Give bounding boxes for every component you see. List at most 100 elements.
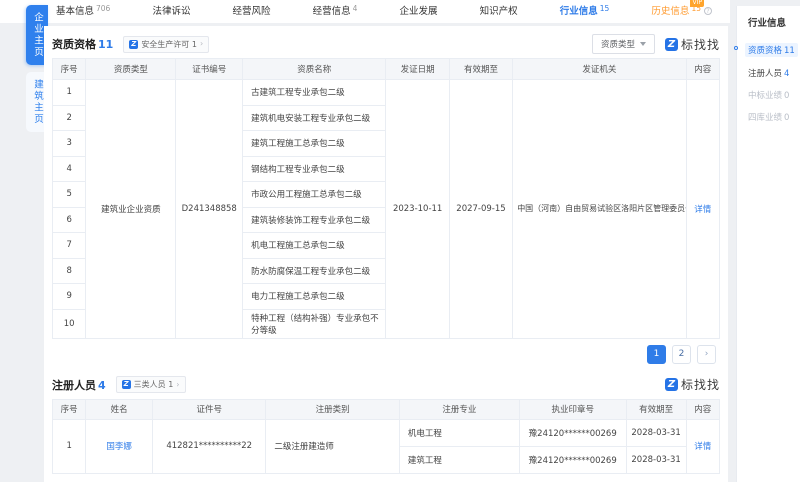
bzz-logo[interactable]: Z 标找找 bbox=[665, 36, 720, 53]
table-header-row: 序号 姓名 证件号 注册类别 注册专业 执业印章号 有效期至 内容 bbox=[53, 399, 720, 419]
nav-tab-industry-info[interactable]: 行业信息 15 bbox=[560, 0, 610, 23]
id-no-cell: 412821**********22 bbox=[153, 419, 266, 473]
col-header-type: 资质类型 bbox=[86, 59, 176, 80]
qualification-name-cell: 防水防腐保温工程专业承包二级 bbox=[243, 258, 386, 284]
authority-cell: 中国（河南）自由贸易试验区洛阳片区管理委员会 bbox=[513, 80, 686, 339]
top-navigation: 基本信息 706 法律诉讼 经营风险 经营信息 4 企业发展 知识产权 行业信息… bbox=[0, 0, 730, 23]
nav-tab-enterprise-development[interactable]: 企业发展 bbox=[400, 0, 438, 23]
sidebar-item-count: 11 bbox=[784, 46, 795, 56]
nav-tab-label: 基本信息 bbox=[56, 0, 94, 23]
qualifications-table: 序号 资质类型 证书编号 资质名称 发证日期 有效期至 发证机关 内容 1 建筑… bbox=[52, 58, 720, 339]
row-index: 4 bbox=[53, 156, 86, 182]
nav-tab-label: 企业发展 bbox=[400, 0, 438, 23]
next-page-button[interactable]: › bbox=[697, 345, 716, 364]
nav-tab-label: 知识产权 bbox=[480, 0, 518, 23]
col-header-reg-major: 注册专业 bbox=[399, 399, 519, 419]
sidebar-item-label: 四库业绩 bbox=[748, 113, 782, 123]
sidebar-item-siku-performance[interactable]: 四库业绩0 bbox=[748, 111, 796, 123]
row-index: 6 bbox=[53, 207, 86, 233]
sidebar-item-qualifications[interactable]: 资质资格11 bbox=[745, 43, 798, 57]
sidebar-item-count: 0 bbox=[784, 91, 789, 101]
industry-info-sidebar: 行业信息 资质资格11 注册人员4 中标业绩0 四库业绩0 bbox=[736, 6, 800, 482]
qualification-name-cell: 机电工程施工总承包二级 bbox=[243, 233, 386, 259]
row-index: 5 bbox=[53, 182, 86, 208]
qualification-name-cell: 钢结构工程专业承包二级 bbox=[243, 156, 386, 182]
personnel-count: 4 bbox=[98, 379, 106, 392]
bzz-logo-icon: Z bbox=[665, 378, 678, 391]
nav-tab-business-info[interactable]: 经营信息 4 bbox=[313, 0, 358, 23]
pagination: 1 2 › bbox=[52, 339, 720, 371]
nav-tab-count: 706 bbox=[96, 3, 110, 15]
page-button-1[interactable]: 1 bbox=[647, 345, 666, 364]
nav-tab-label: 经营风险 bbox=[233, 0, 271, 23]
qualification-type-cell: 建筑业企业资质 bbox=[86, 80, 176, 339]
nav-tab-business-risk[interactable]: 经营风险 bbox=[233, 0, 271, 23]
row-index: 7 bbox=[53, 233, 86, 259]
valid-until-cell: 2028-03-31 bbox=[626, 419, 686, 446]
three-types-personnel-label: 三类人员 1 bbox=[134, 379, 174, 390]
issue-date-cell: 2023-10-11 bbox=[386, 80, 449, 339]
qualifications-count: 11 bbox=[98, 38, 113, 51]
qualification-name-cell: 电力工程施工总承包二级 bbox=[243, 284, 386, 310]
page-button-2[interactable]: 2 bbox=[672, 345, 691, 364]
help-circle-icon[interactable]: ? bbox=[704, 7, 712, 15]
col-header-content: 内容 bbox=[686, 399, 719, 419]
col-header-name: 资质名称 bbox=[243, 59, 386, 80]
three-types-personnel-badge[interactable]: Z 三类人员 1 › bbox=[116, 376, 186, 393]
qualifications-title: 资质资格11 bbox=[52, 36, 113, 52]
safety-permit-label: 安全生产许可 1 bbox=[141, 39, 197, 50]
cert-no-cell: D241348858 bbox=[176, 80, 243, 339]
qualification-name-cell: 建筑机电安装工程专业承包二级 bbox=[243, 105, 386, 131]
nav-tab-history-info[interactable]: VIP 历史信息 15 ? bbox=[651, 0, 712, 23]
nav-tab-intellectual-property[interactable]: 知识产权 bbox=[480, 0, 518, 23]
person-name-link[interactable]: 国李娜 bbox=[106, 442, 132, 452]
bzz-logo-icon: Z bbox=[665, 38, 678, 51]
col-header-name: 姓名 bbox=[86, 399, 153, 419]
bzz-logo[interactable]: Z 标找找 bbox=[665, 376, 720, 393]
col-header-index: 序号 bbox=[53, 399, 86, 419]
sidebar-item-label: 注册人员 bbox=[748, 69, 782, 79]
sidebar-item-bid-performance[interactable]: 中标业绩0 bbox=[748, 89, 796, 101]
nav-tab-label: 法律诉讼 bbox=[152, 0, 190, 23]
valid-until-cell: 2028-03-31 bbox=[626, 446, 686, 473]
nav-tab-basic-info[interactable]: 基本信息 706 bbox=[56, 0, 110, 23]
sidebar-item-personnel[interactable]: 注册人员4 bbox=[748, 67, 796, 79]
qualification-type-dropdown[interactable]: 资质类型 bbox=[592, 34, 655, 54]
row-index: 9 bbox=[53, 284, 86, 310]
personnel-table: 序号 姓名 证件号 注册类别 注册专业 执业印章号 有效期至 内容 1 国李娜 … bbox=[52, 399, 720, 474]
personnel-title-text: 注册人员 bbox=[52, 379, 96, 392]
row-index: 1 bbox=[53, 419, 86, 473]
nav-tab-label: 历史信息 bbox=[651, 0, 689, 23]
table-row: 1 国李娜 412821**********22 二级注册建造师 机电工程 豫2… bbox=[53, 419, 720, 446]
bzz-mini-logo-icon: Z bbox=[122, 380, 131, 389]
valid-until-cell: 2027-09-15 bbox=[449, 80, 512, 339]
bzz-mini-logo-icon: Z bbox=[129, 40, 138, 49]
reg-major-cell: 机电工程 bbox=[399, 419, 519, 446]
col-header-content: 内容 bbox=[686, 59, 719, 80]
row-index: 1 bbox=[53, 80, 86, 106]
sidebar-item-count: 4 bbox=[784, 69, 789, 79]
main-content: 资质资格11 Z 安全生产许可 1 › 资质类型 Z 标找找 序号 资质类型 证… bbox=[44, 26, 728, 482]
nav-tab-legal[interactable]: 法律诉讼 bbox=[152, 0, 190, 23]
reg-major-cell: 建筑工程 bbox=[399, 446, 519, 473]
nav-tab-label: 经营信息 bbox=[313, 0, 351, 23]
sidebar-item-label: 中标业绩 bbox=[748, 91, 782, 101]
col-header-reg-category: 注册类别 bbox=[266, 399, 399, 419]
nav-tab-count: 4 bbox=[353, 3, 358, 15]
detail-link[interactable]: 详情 bbox=[694, 205, 711, 215]
col-header-authority: 发证机关 bbox=[513, 59, 686, 80]
detail-link[interactable]: 详情 bbox=[694, 442, 711, 452]
chevron-down-icon bbox=[640, 42, 646, 46]
nav-tab-count: 15 bbox=[600, 3, 610, 15]
personnel-title: 注册人员4 bbox=[52, 377, 106, 393]
row-index: 8 bbox=[53, 258, 86, 284]
personnel-section-header: 注册人员4 Z 三类人员 1 › Z 标找找 bbox=[52, 371, 720, 399]
bzz-logo-text: 标找找 bbox=[681, 36, 720, 53]
col-header-cert-no: 证书编号 bbox=[176, 59, 243, 80]
qualification-name-cell: 市政公用工程施工总承包二级 bbox=[243, 182, 386, 208]
row-index: 3 bbox=[53, 131, 86, 157]
vip-badge: VIP bbox=[690, 0, 704, 7]
col-header-issue-date: 发证日期 bbox=[386, 59, 449, 80]
qualification-name-cell: 特种工程（结构补强）专业承包不分等级 bbox=[243, 309, 386, 338]
safety-permit-badge[interactable]: Z 安全生产许可 1 › bbox=[123, 36, 209, 53]
